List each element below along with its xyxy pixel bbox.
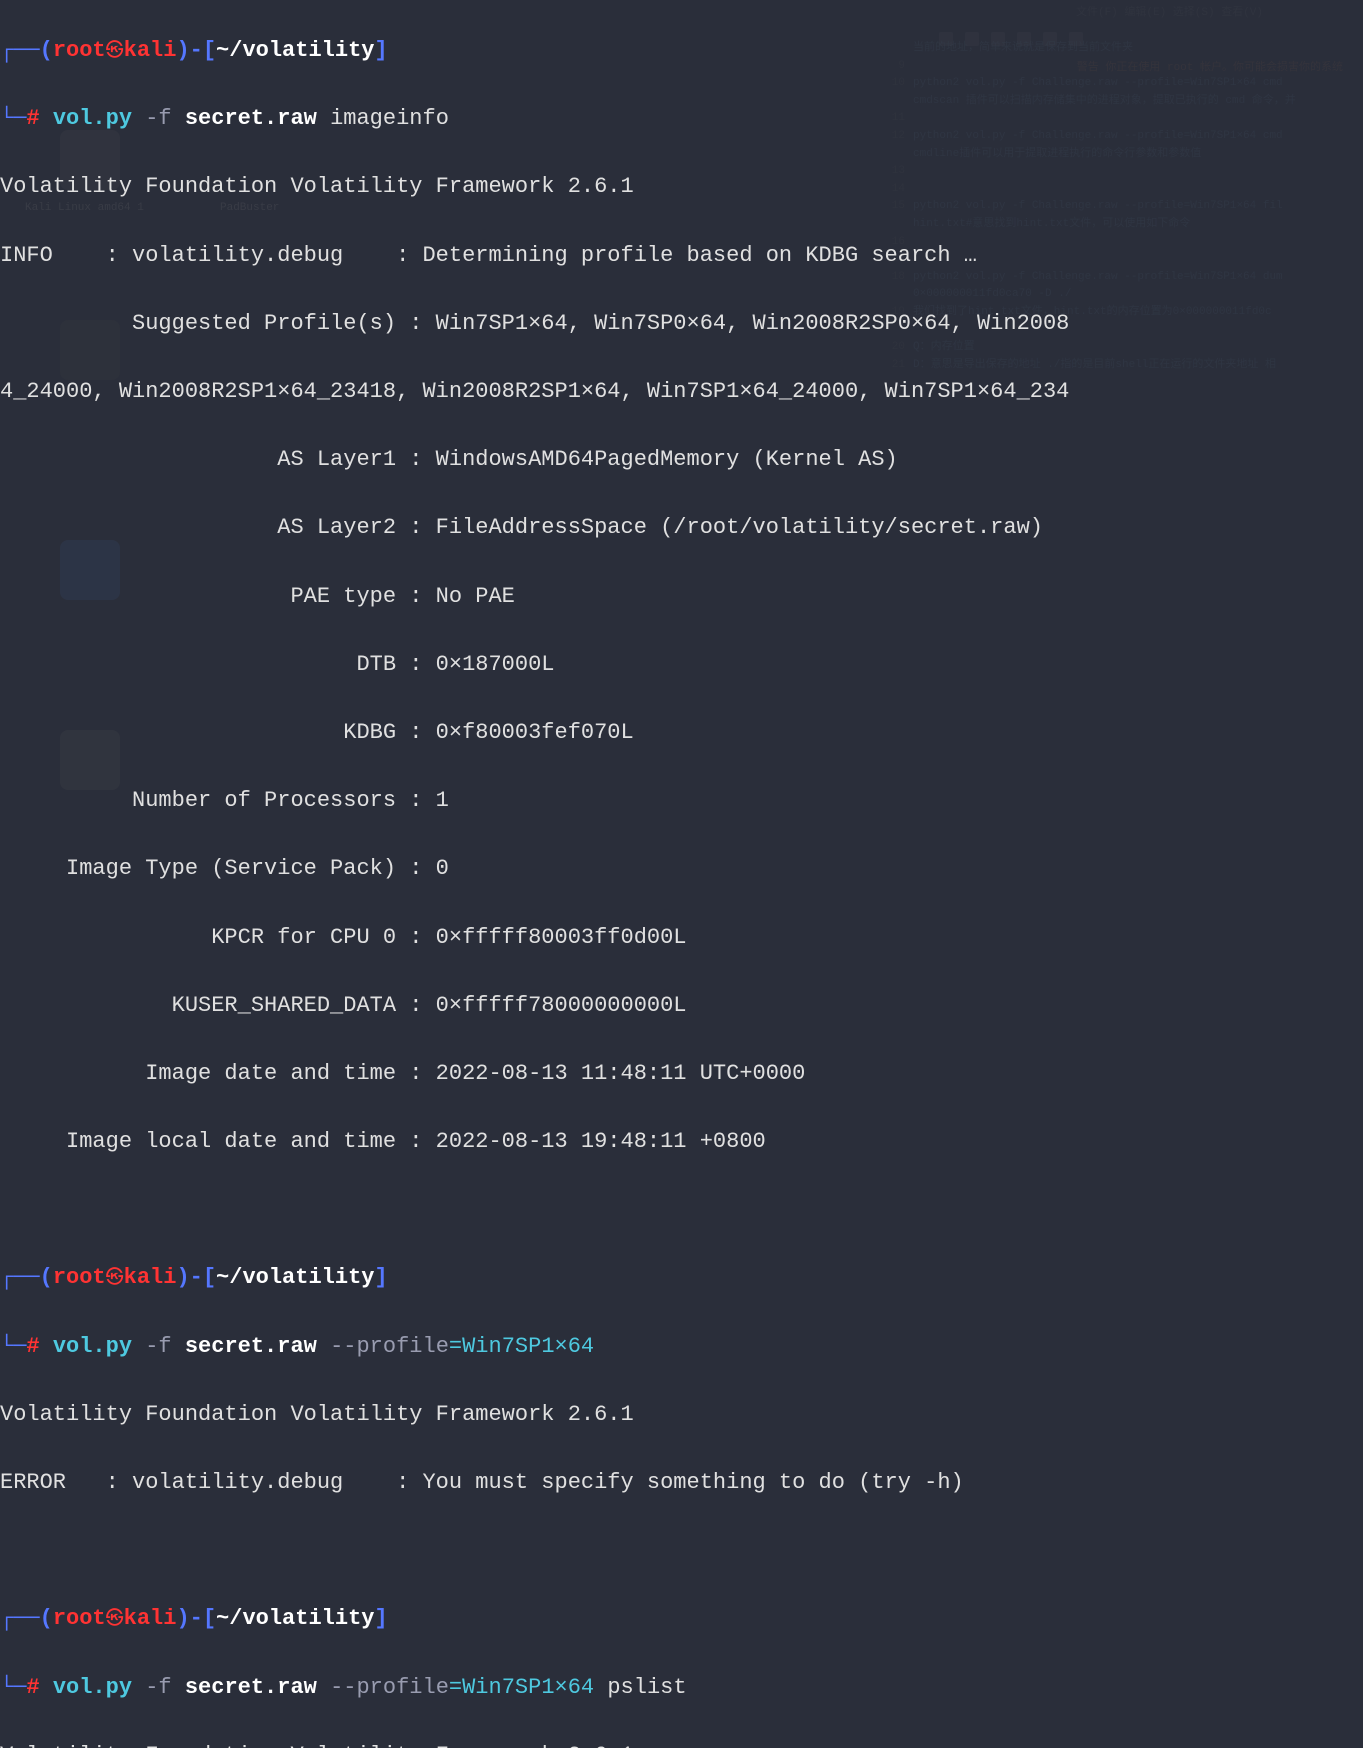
command-line: └─# vol.py -f secret.raw imageinfo: [0, 102, 1363, 136]
output-banner: Volatility Foundation Volatility Framewo…: [0, 170, 1363, 204]
prompt-line-partial: ┌──(root㉿kali)-[~/volatility]: [0, 34, 1363, 68]
output-kpcr: KPCR for CPU 0 : 0×fffff80003ff0d00L: [0, 921, 1363, 955]
prompt-line: ┌──(root㉿kali)-[~/volatility]: [0, 1261, 1363, 1295]
output-imagedate: Image date and time : 2022-08-13 11:48:1…: [0, 1057, 1363, 1091]
output-info: INFO : volatility.debug : Determining pr…: [0, 239, 1363, 273]
output-as2: AS Layer2 : FileAddressSpace (/root/vola…: [0, 511, 1363, 545]
output-kdbg: KDBG : 0×f80003fef070L: [0, 716, 1363, 750]
output-imagelocaldate: Image local date and time : 2022-08-13 1…: [0, 1125, 1363, 1159]
output-dtb: DTB : 0×187000L: [0, 648, 1363, 682]
output-banner: Volatility Foundation Volatility Framewo…: [0, 1739, 1363, 1748]
output-profiles: Suggested Profile(s) : Win7SP1×64, Win7S…: [0, 307, 1363, 341]
output-imagetype: Image Type (Service Pack) : 0: [0, 852, 1363, 886]
command-line: └─# vol.py -f secret.raw --profile=Win7S…: [0, 1671, 1363, 1705]
prompt-line: ┌──(root㉿kali)-[~/volatility]: [0, 1602, 1363, 1636]
blank-line: [0, 1193, 1363, 1227]
output-error: ERROR : volatility.debug : You must spec…: [0, 1466, 1363, 1500]
output-profiles: 4_24000, Win2008R2SP1×64_23418, Win2008R…: [0, 375, 1363, 409]
output-banner: Volatility Foundation Volatility Framewo…: [0, 1398, 1363, 1432]
output-kuser: KUSER_SHARED_DATA : 0×fffff78000000000L: [0, 989, 1363, 1023]
output-nproc: Number of Processors : 1: [0, 784, 1363, 818]
blank-line: [0, 1534, 1363, 1568]
terminal-output[interactable]: ┌──(root㉿kali)-[~/volatility] └─# vol.py…: [0, 0, 1363, 1748]
output-as1: AS Layer1 : WindowsAMD64PagedMemory (Ker…: [0, 443, 1363, 477]
command-line: └─# vol.py -f secret.raw --profile=Win7S…: [0, 1330, 1363, 1364]
output-pae: PAE type : No PAE: [0, 580, 1363, 614]
